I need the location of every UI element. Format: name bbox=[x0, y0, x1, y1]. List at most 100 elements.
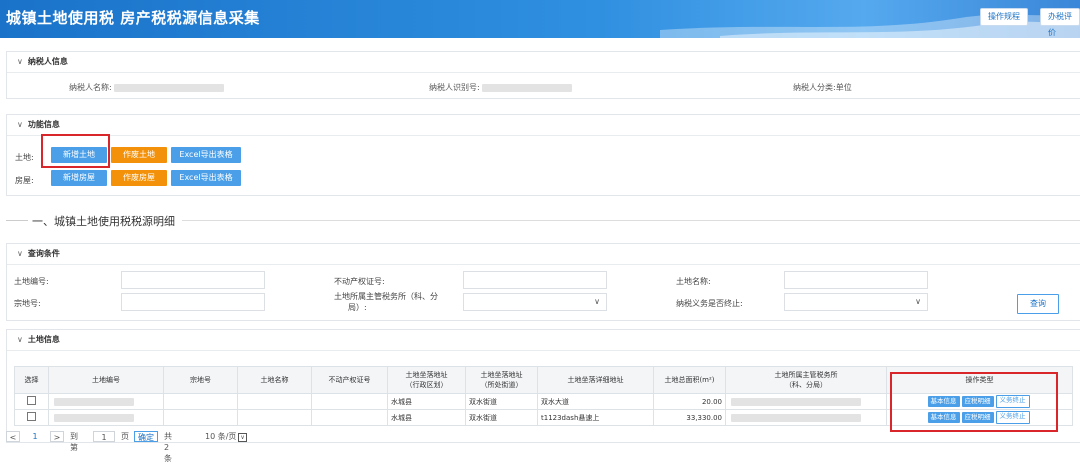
row-checkbox[interactable] bbox=[27, 396, 36, 405]
current-page[interactable]: 1 bbox=[25, 431, 45, 442]
parcel-no-cell bbox=[163, 409, 238, 426]
page-title: 城镇土地使用税 房产税税源信息采集 bbox=[6, 9, 260, 27]
taxpayer-info-title: 纳税人信息 bbox=[27, 57, 68, 66]
function-info-title: 功能信息 bbox=[27, 120, 60, 129]
col-land-name: 土地名称 bbox=[237, 366, 312, 394]
chevron-down-icon: ∨ bbox=[17, 57, 23, 66]
land-no-cell bbox=[48, 393, 164, 410]
taxpayer-info-panel: ∨ 纳税人信息 纳税人名称: 纳税人识别号: 纳税人分类:单位 bbox=[6, 51, 1080, 99]
export-house-excel-button[interactable]: Excel导出表格 bbox=[171, 170, 241, 186]
void-land-button[interactable]: 作废土地 bbox=[111, 147, 167, 163]
goto-confirm-button[interactable]: 确定 bbox=[134, 431, 158, 442]
taxpayer-name-field: 纳税人名称: bbox=[69, 82, 224, 93]
office-cell bbox=[725, 393, 887, 410]
section-divider-left bbox=[6, 220, 28, 221]
top-header: 城镇土地使用税 房产税税源信息采集 操作规程 办税评价 bbox=[0, 0, 1080, 38]
land-info-title: 土地信息 bbox=[27, 335, 60, 344]
terminated-select[interactable]: ∨ bbox=[784, 293, 928, 311]
page-size-select[interactable]: 10 条/页 ∨ bbox=[202, 431, 260, 442]
property-cert-label: 不动产权证号: bbox=[334, 277, 385, 286]
chevron-down-icon: ∨ bbox=[594, 297, 600, 306]
chevron-down-icon: ∨ bbox=[17, 120, 23, 129]
address-cell: 双水大道 bbox=[537, 393, 654, 410]
col-street-line1: 土地坐落地址 bbox=[480, 371, 523, 379]
row-checkbox[interactable] bbox=[27, 412, 36, 421]
highlight-add-land bbox=[41, 134, 110, 168]
function-info-panel: ∨ 功能信息 土地: 新增土地 作废土地 Excel导出表格 房屋: 新增房屋 作… bbox=[6, 114, 1080, 196]
taxpayer-name-masked bbox=[113, 83, 224, 92]
search-button[interactable]: 查询 bbox=[1017, 294, 1059, 314]
col-district-line1: 土地坐落地址 bbox=[405, 371, 448, 379]
col-street-line2: （所处街道） bbox=[480, 381, 523, 389]
parcel-no-cell bbox=[163, 393, 238, 410]
chevron-down-icon: ∨ bbox=[17, 249, 23, 258]
total-count: 共 2 条 bbox=[164, 432, 172, 463]
void-house-button[interactable]: 作废房屋 bbox=[111, 170, 167, 186]
query-header[interactable]: ∨ 查询条件 bbox=[7, 244, 1080, 265]
export-land-excel-button[interactable]: Excel导出表格 bbox=[171, 147, 241, 163]
office-masked bbox=[731, 397, 861, 406]
property-cert-cell bbox=[311, 393, 388, 410]
land-tax-section-title: 一、城镇土地使用税税源明细 bbox=[0, 210, 1080, 230]
land-label: 土地: bbox=[15, 153, 34, 162]
taxpayer-id-label: 纳税人识别号: bbox=[429, 83, 480, 92]
query-title: 查询条件 bbox=[27, 249, 60, 258]
taxpayer-category-field: 纳税人分类:单位 bbox=[793, 82, 852, 93]
section-title-text: 一、城镇土地使用税税源明细 bbox=[32, 215, 175, 228]
tax-office-select[interactable]: ∨ bbox=[463, 293, 607, 311]
col-district-line2: （行政区划） bbox=[405, 381, 448, 389]
land-name-label: 土地名称: bbox=[676, 277, 711, 286]
district-cell: 水城县 bbox=[387, 393, 466, 410]
next-page-button[interactable]: > bbox=[50, 431, 64, 442]
taxpayer-category-label: 纳税人分类: bbox=[793, 83, 836, 92]
row-select-cell bbox=[14, 393, 49, 410]
land-no-input[interactable] bbox=[121, 271, 265, 289]
prev-page-button[interactable]: < bbox=[6, 431, 20, 442]
taxpayer-name-label: 纳税人名称: bbox=[69, 83, 112, 92]
col-select: 选择 bbox=[14, 366, 49, 394]
goto-page-input[interactable]: 1 bbox=[93, 431, 115, 442]
section-divider-right bbox=[182, 220, 1080, 221]
land-info-header[interactable]: ∨ 土地信息 bbox=[7, 330, 1080, 351]
taxpayer-info-header[interactable]: ∨ 纳税人信息 bbox=[7, 52, 1080, 73]
land-no-cell bbox=[48, 409, 164, 426]
col-parcel-no: 宗地号 bbox=[163, 366, 238, 394]
parcel-no-input[interactable] bbox=[121, 293, 265, 311]
function-info-header[interactable]: ∨ 功能信息 bbox=[7, 115, 1080, 136]
col-area: 土地总面积(m²) bbox=[653, 366, 726, 394]
add-house-button[interactable]: 新增房屋 bbox=[51, 170, 107, 186]
land-no-label: 土地编号: bbox=[14, 277, 49, 286]
property-cert-input[interactable] bbox=[463, 271, 607, 289]
page-size-value: 10 条/页 bbox=[205, 432, 237, 441]
taxpayer-id-field: 纳税人识别号: bbox=[429, 82, 572, 93]
street-cell: 双水街道 bbox=[465, 393, 538, 410]
taxpayer-category-value: 单位 bbox=[835, 83, 852, 92]
col-office: 土地所属主管税务所 （科、分局） bbox=[725, 366, 887, 394]
land-name-cell bbox=[237, 393, 312, 410]
col-address: 土地坐落详细地址 bbox=[537, 366, 654, 394]
tax-evaluation-button[interactable]: 办税评价 bbox=[1040, 8, 1080, 37]
tax-office-label: 土地所属主管税务所（科、分 局）: bbox=[334, 291, 438, 313]
tax-office-label-line1: 土地所属主管税务所（科、分 bbox=[334, 292, 438, 301]
parcel-no-label: 宗地号: bbox=[14, 299, 41, 308]
taxpayer-id-masked bbox=[481, 83, 572, 92]
office-cell bbox=[725, 409, 887, 426]
goto-label: 到第 bbox=[70, 432, 78, 452]
col-office-line2: （科、分局） bbox=[785, 381, 827, 389]
land-name-input[interactable] bbox=[784, 271, 928, 289]
col-property-cert: 不动产权证号 bbox=[311, 366, 388, 394]
col-street: 土地坐落地址 （所处街道） bbox=[465, 366, 538, 394]
col-land-no: 土地编号 bbox=[48, 366, 164, 394]
chevron-down-icon: ∨ bbox=[17, 335, 23, 344]
chevron-down-icon: ∨ bbox=[238, 433, 247, 442]
row-select-cell bbox=[14, 409, 49, 426]
land-name-cell bbox=[237, 409, 312, 426]
area-cell: 20.00 bbox=[653, 393, 726, 410]
house-label: 房屋: bbox=[15, 176, 34, 185]
col-district: 土地坐落地址 （行政区划） bbox=[387, 366, 466, 394]
operation-guide-button[interactable]: 操作规程 bbox=[980, 8, 1028, 26]
tax-office-label-line2: 局）: bbox=[348, 303, 367, 312]
land-no-masked bbox=[54, 397, 134, 406]
col-office-line1: 土地所属主管税务所 bbox=[774, 371, 838, 379]
area-cell: 33,330.00 bbox=[653, 409, 726, 426]
